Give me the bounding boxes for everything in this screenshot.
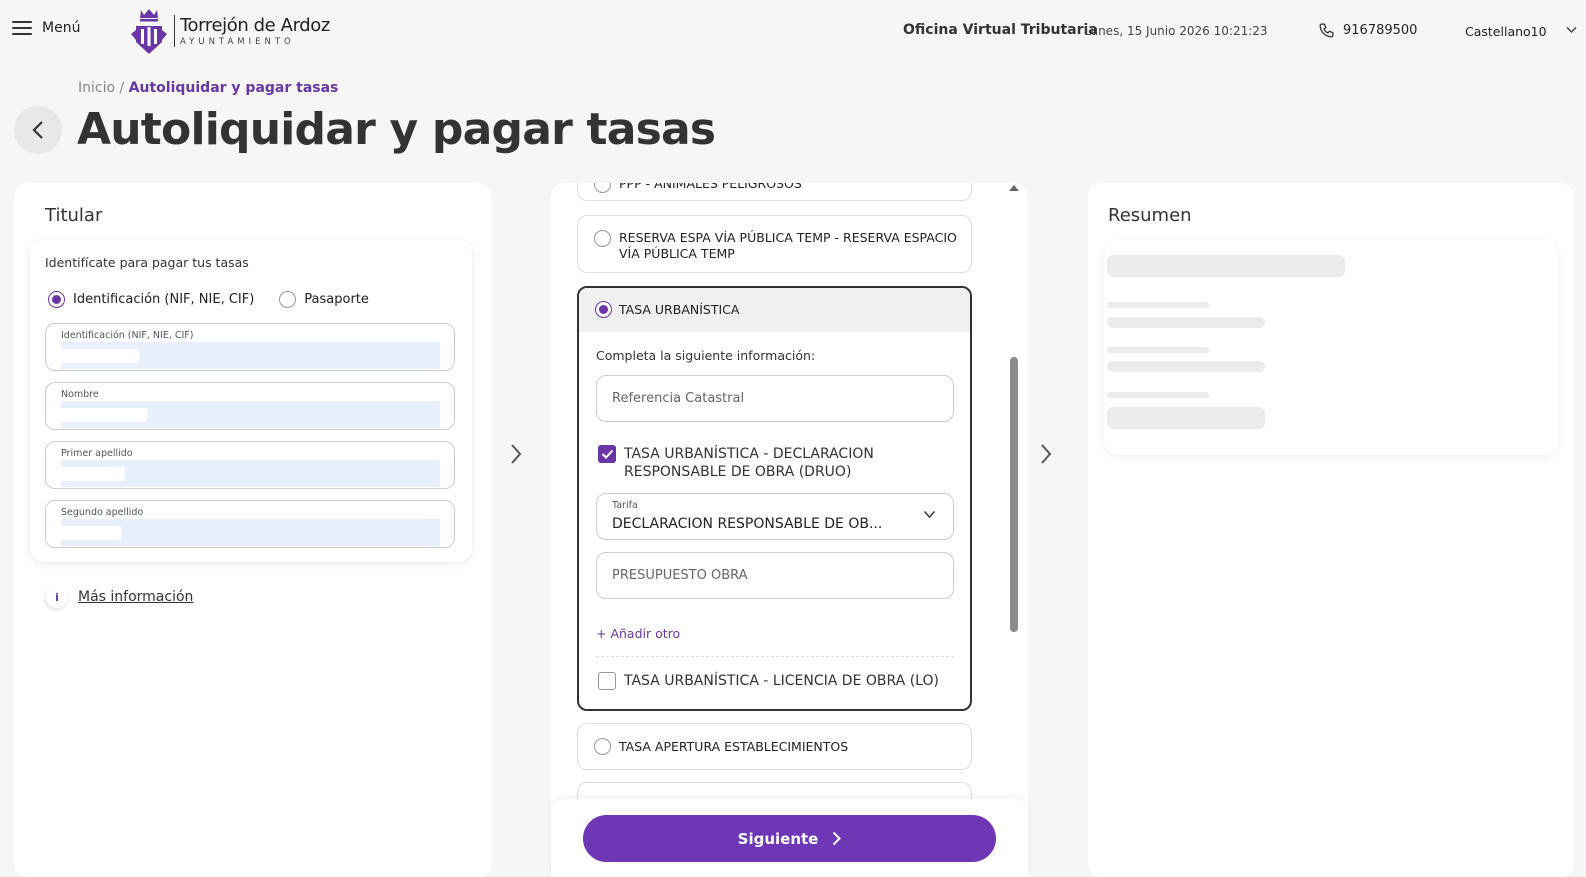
nombre-field-value[interactable] [61,401,440,428]
chevron-down-icon [923,510,936,519]
segundo-apellido-field[interactable]: Segundo apellido [45,500,455,548]
radio-nif[interactable] [48,291,65,308]
skeleton-line [1107,317,1265,328]
titular-panel: Titular Identifícate para pagar tus tasa… [14,183,492,877]
next-button-bar: Siguiente [551,799,1028,877]
radio-option-nif[interactable]: Identificación (NIF, NIE, CIF) [48,291,254,308]
logo-name: Torrejón de Ardoz [180,15,330,36]
nombre-field-label: Nombre [61,389,99,400]
tasa-urbanistica-header[interactable]: TASA URBANÍSTICA [579,288,970,332]
id-type-radios: Identificación (NIF, NIE, CIF) Pasaporte [48,291,369,308]
menu-label: Menú [42,20,81,36]
scrollbar-thumb[interactable] [1010,357,1018,632]
chevron-right-icon [1041,444,1052,464]
tasas-panel: PPP - ANIMALES PELIGROSOS RESERVA ESPA V… [551,183,1028,877]
skeleton-line [1107,302,1209,308]
skeleton-line [1107,255,1345,277]
office-title: Oficina Virtual Tributaria [903,22,1098,38]
next-button[interactable]: Siguiente [583,815,996,862]
tasa-apertura-label: TASA APERTURA ESTABLECIMIENTOS [619,739,849,754]
add-other-link[interactable]: + Añadir otro [596,626,680,641]
phone-number: 916789500 [1343,23,1418,38]
crest-icon [131,9,167,54]
tarifa-value: DECLARACION RESPONSABLE DE OB... [612,516,883,532]
current-datetime: Lunes, 15 Junio 2026 10:21:23 [1084,24,1268,38]
radio-option-pasaporte[interactable]: Pasaporte [279,291,369,308]
next-button-label: Siguiente [737,829,819,848]
radio-tasa-reserva[interactable] [594,230,611,247]
resumen-title: Resumen [1108,205,1192,226]
presupuesto-obra-input[interactable]: PRESUPUESTO OBRA [596,552,954,599]
identification-field[interactable]: Identificación (NIF, NIE, CIF) [45,323,455,371]
back-button[interactable] [14,106,62,154]
phone-icon [1319,23,1334,38]
tasa-option-reserva[interactable]: RESERVA ESPA VÍA PÚBLICA TEMP - RESERVA … [577,215,972,273]
titular-title: Titular [45,205,103,226]
checkbox-licencia-obra[interactable] [598,672,616,690]
primer-apellido-field[interactable]: Primer apellido [45,441,455,489]
radio-tasa-apertura[interactable] [594,738,611,755]
primer-apellido-field-value[interactable] [61,460,440,487]
identification-field-value[interactable] [61,342,440,369]
primer-apellido-field-label: Primer apellido [61,448,133,459]
breadcrumb-home[interactable]: Inicio [78,80,115,96]
presupuesto-obra-placeholder: PRESUPUESTO OBRA [612,568,748,583]
skeleton-line [1107,347,1209,353]
chevron-right-icon [511,444,522,464]
resumen-panel: Resumen [1088,183,1574,877]
tasa-option-apertura[interactable]: TASA APERTURA ESTABLECIMIENTOS [577,723,972,770]
chevron-down-icon[interactable] [1566,26,1577,34]
info-icon: i [46,586,68,608]
logo-subtitle: AYUNTAMIENTO [180,37,295,47]
tasa-reserva-label: RESERVA ESPA VÍA PÚBLICA TEMP - RESERVA … [619,230,957,261]
tarifa-select[interactable]: Tarifa DECLARACION RESPONSABLE DE OB... [596,493,954,540]
tarifa-label: Tarifa [612,500,638,511]
checkbox-druo-label: TASA URBANÍSTICA - DECLARACION RESPONSAB… [624,446,874,480]
radio-pasaporte[interactable] [279,291,297,308]
referencia-catastral-input[interactable]: Referencia Catastral [596,375,954,422]
divider [596,656,954,657]
breadcrumb-current: Autoliquidar y pagar tasas [128,80,339,96]
nombre-field[interactable]: Nombre [45,382,455,430]
phone-contact[interactable]: 916789500 [1318,22,1417,39]
tasa-option-urbanistica[interactable]: TASA URBANÍSTICA Completa la siguiente i… [577,286,972,711]
top-header: Menú Torrejón de Ardoz AYUNTAMIENTO Ofic… [0,0,1586,62]
scroll-up-arrow[interactable] [1009,185,1019,191]
tasa-animales-label: PPP - ANIMALES PELIGROSOS [619,183,802,191]
radio-tasa-urbanistica[interactable] [595,301,612,318]
logo-text: Torrejón de Ardoz AYUNTAMIENTO [174,15,330,47]
segundo-apellido-field-value[interactable] [61,519,440,546]
complete-info-text: Completa la siguiente información: [596,348,816,363]
hamburger-icon [12,21,32,35]
identification-field-label: Identificación (NIF, NIE, CIF) [61,330,194,341]
summary-skeleton-card [1104,240,1558,455]
more-info-label[interactable]: Más información [78,589,193,605]
radio-pasaporte-label: Pasaporte [304,292,369,307]
chevron-left-icon [32,121,43,139]
tasa-urbanistica-label: TASA URBANÍSTICA [619,302,740,317]
page-title: Autoliquidar y pagar tasas [77,104,716,155]
radio-nif-label: Identificación (NIF, NIE, CIF) [73,292,255,307]
chevron-right-icon [833,831,842,846]
referencia-catastral-placeholder: Referencia Catastral [612,391,745,406]
logo[interactable]: Torrejón de Ardoz AYUNTAMIENTO [130,6,330,56]
tasa-option-animales[interactable]: PPP - ANIMALES PELIGROSOS [577,183,972,201]
skeleton-line [1107,407,1265,429]
radio-tasa-animales[interactable] [594,183,611,193]
breadcrumb: Inicio / Autoliquidar y pagar tasas [78,80,338,96]
skeleton-line [1107,361,1265,372]
skeleton-line [1107,392,1209,398]
more-info-link[interactable]: i Más información [46,586,193,608]
check-icon [601,449,613,459]
menu-button[interactable]: Menú [12,20,80,36]
checkbox-druo[interactable] [598,445,616,463]
identification-card: Identifícate para pagar tus tasas Identi… [30,240,472,562]
language-selector[interactable]: Castellano10 [1465,24,1547,39]
breadcrumb-separator: / [119,80,125,96]
segundo-apellido-field-label: Segundo apellido [61,507,144,518]
identification-intro: Identifícate para pagar tus tasas [45,255,249,270]
checkbox-licencia-obra-label: TASA URBANÍSTICA - LICENCIA DE OBRA (LO) [624,673,939,689]
